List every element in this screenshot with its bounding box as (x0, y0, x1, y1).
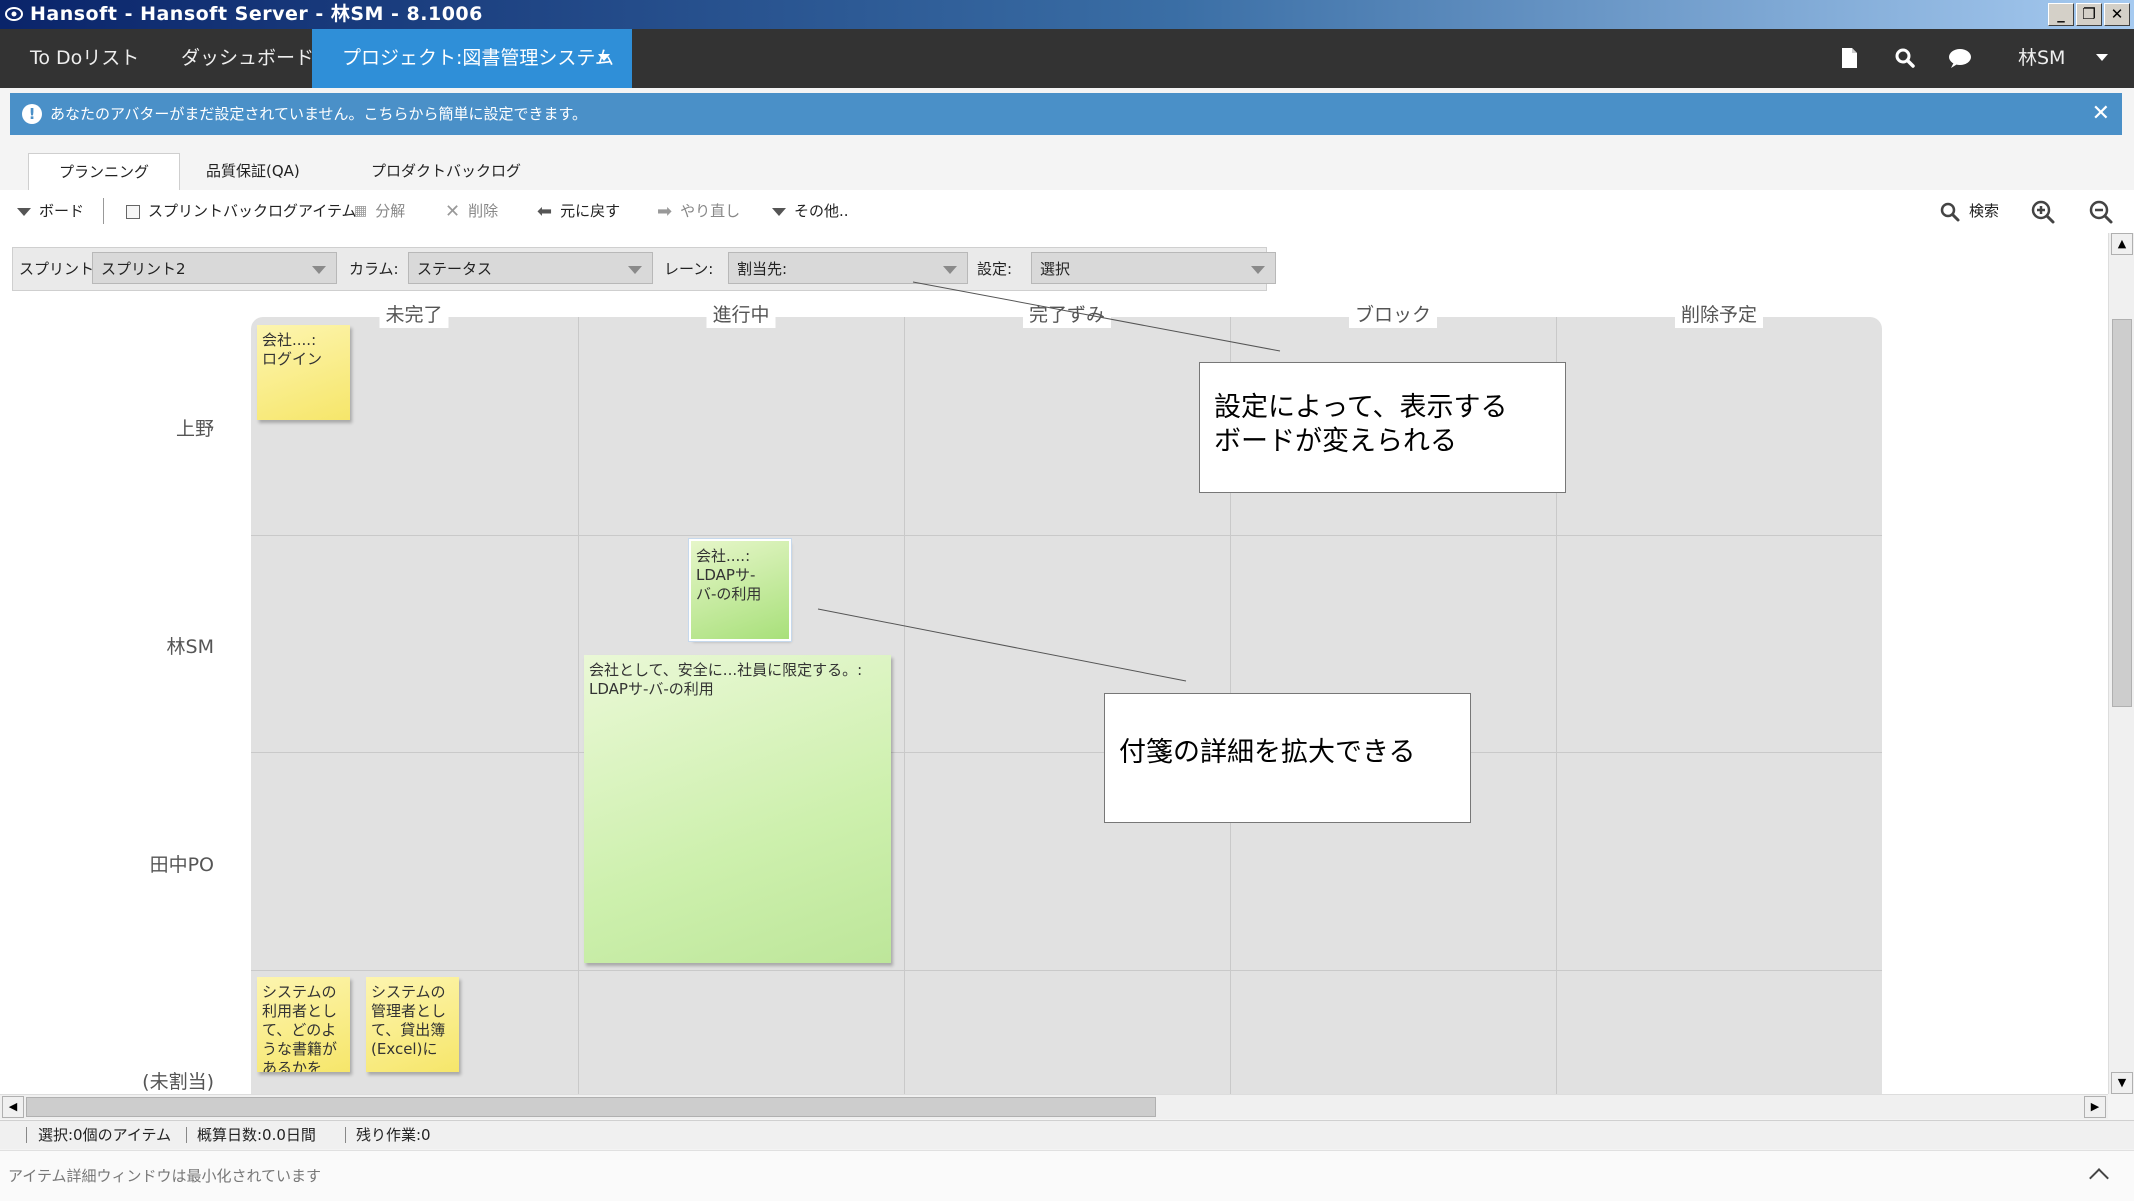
item-detail-minimized-text: アイテム詳細ウィンドウは最小化されています (8, 1167, 322, 1185)
item-detail-panel[interactable]: アイテム詳細ウィンドウは最小化されています (0, 1150, 2134, 1201)
annotation-callout: 付箋の詳細を拡大できる (1104, 693, 1471, 823)
status-divider (345, 1127, 346, 1143)
annotation-callout: 設定によって、表示する ボードが変えられる (1199, 362, 1566, 493)
status-bar: 選択:0個のアイテム 概算日数:0.0日間 残り作業:0 (0, 1120, 2134, 1149)
scroll-down-icon[interactable]: ▼ (2111, 1072, 2133, 1094)
scroll-left-icon[interactable]: ◀ (2, 1096, 24, 1118)
status-divider (26, 1127, 27, 1143)
status-estimate: 概算日数:0.0日間 (197, 1126, 316, 1144)
callout-pointer-lines (817, 281, 1281, 682)
vertical-scrollbar[interactable]: ▲ ▼ (2108, 233, 2134, 1094)
horizontal-scroll-thumb[interactable] (26, 1097, 1156, 1117)
scroll-right-icon[interactable]: ▶ (2084, 1096, 2106, 1118)
status-selection: 選択:0個のアイテム (38, 1126, 172, 1144)
scroll-up-icon[interactable]: ▲ (2111, 233, 2133, 255)
status-remaining: 残り作業:0 (356, 1126, 431, 1144)
horizontal-scrollbar[interactable]: ◀ ▶ (0, 1094, 2108, 1119)
status-divider (186, 1127, 187, 1143)
expand-up-icon[interactable] (2089, 1168, 2109, 1188)
vertical-scroll-thumb[interactable] (2112, 319, 2132, 707)
